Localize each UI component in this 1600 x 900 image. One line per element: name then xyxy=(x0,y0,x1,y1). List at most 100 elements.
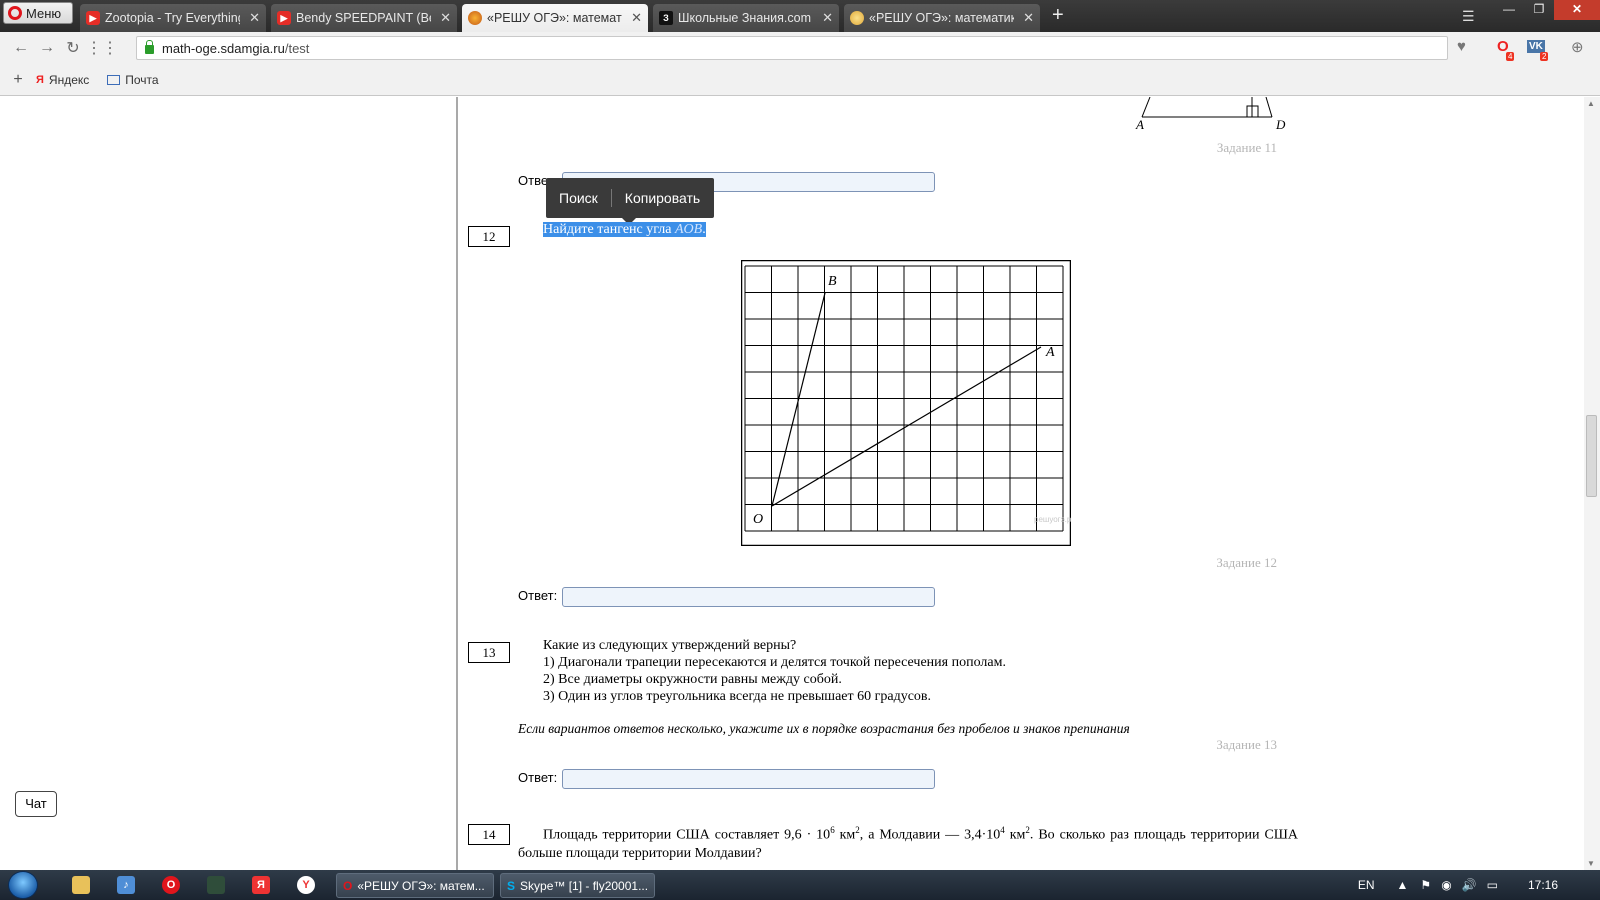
network-icon[interactable]: ▭ xyxy=(1487,878,1498,892)
yandex-icon[interactable]: Y xyxy=(297,876,315,894)
selected-text: Найдите тангенс угла AOB. xyxy=(543,222,706,237)
start-button-icon[interactable] xyxy=(8,871,38,899)
task13-number: 13 xyxy=(468,642,510,663)
tab-close-icon[interactable]: ✕ xyxy=(440,10,451,26)
app-window-icon[interactable] xyxy=(207,876,225,894)
q-text: , а Молдавии — 3,4·10 xyxy=(859,827,1001,843)
taskbar-task-opera[interactable]: O «РЕШУ ОГЭ»: матем... xyxy=(336,873,494,898)
statement-line: 2) Все диаметры окружности равны между с… xyxy=(543,672,842,687)
bookmark-label: Почта xyxy=(125,72,159,87)
url-host: math-oge.sdamgia.ru xyxy=(162,40,285,56)
scrollbar-thumb[interactable] xyxy=(1586,415,1597,497)
clock[interactable]: 17:16 xyxy=(1528,878,1558,892)
point-label-d: D xyxy=(1275,117,1286,132)
new-tab-plus-icon[interactable]: + xyxy=(1052,4,1064,27)
media-player-icon[interactable]: ♪ xyxy=(117,876,135,894)
address-bar[interactable]: math-oge.sdamgia.ru/test xyxy=(136,36,1448,60)
task13-note: Если вариантов ответов несколько, укажит… xyxy=(518,721,1130,736)
task13-question: Какие из следующих утверждений верны? 1)… xyxy=(543,637,1006,705)
question-punct: . xyxy=(702,222,706,237)
explorer-folder-icon[interactable] xyxy=(72,876,90,894)
language-indicator[interactable]: EN xyxy=(1358,878,1375,892)
tab-close-icon[interactable]: ✕ xyxy=(631,10,642,26)
task14-number: 14 xyxy=(468,824,510,845)
tray-expand-icon[interactable]: ▲ xyxy=(1397,878,1409,892)
bookmark-mail[interactable]: Почта xyxy=(107,72,159,87)
question-text: Найдите тангенс угла xyxy=(543,222,675,237)
task12-grid-figure: O B A решуогэ.рф xyxy=(741,260,1071,546)
chat-button[interactable]: Чат xyxy=(15,791,57,817)
znaniya-icon: З xyxy=(659,11,673,25)
system-tray: EN ▲ ⚑ ◉ 🔊 ▭ 17:16 xyxy=(1358,870,1600,900)
tab-close-icon[interactable]: ✕ xyxy=(822,10,833,26)
q-text: . Во сколько раз площадь территории xyxy=(1029,827,1260,843)
opera-menu-button[interactable]: Меню xyxy=(3,2,73,24)
column-divider xyxy=(456,97,458,870)
youtube-icon: ▶ xyxy=(86,11,100,25)
angle-variable: AOB xyxy=(674,222,703,237)
task14-question: Площадь территории США составляет 9,6 · … xyxy=(518,821,1298,863)
q-text: км xyxy=(1004,827,1026,843)
task-title: «РЕШУ ОГЭ»: матем... xyxy=(357,878,485,893)
tab-reshu-oge-2[interactable]: «РЕШУ ОГЭ»: математика ✕ xyxy=(844,4,1040,32)
yandex-icon: Я xyxy=(36,73,44,86)
task13-answer-input[interactable] xyxy=(562,769,935,789)
speed-dial-grid-icon[interactable]: ⋮⋮ xyxy=(86,38,118,58)
browser-tab-bar: Меню ▶ Zootopia - Try Everything ✕ ▶ Ben… xyxy=(0,0,1600,32)
url-path: /test xyxy=(284,40,310,56)
tab-list-menu-icon[interactable]: ☰ xyxy=(1462,8,1475,25)
minimize-icon[interactable]: — xyxy=(1494,0,1524,20)
tab-title: «РЕШУ ОГЭ»: математика xyxy=(487,11,622,25)
popup-search-button[interactable]: Поиск xyxy=(546,190,611,206)
volume-icon[interactable]: 🔊 xyxy=(1462,878,1477,892)
task12-label: Задание 12 xyxy=(1216,555,1277,570)
download-icon[interactable]: ⊕ xyxy=(1571,38,1584,56)
back-arrow-icon[interactable]: ← xyxy=(8,39,34,57)
add-bookmark-icon[interactable]: + xyxy=(0,71,36,89)
tab-close-icon[interactable]: ✕ xyxy=(249,10,260,26)
reshu-oge-icon xyxy=(468,11,482,25)
q-text: км xyxy=(834,827,856,843)
task11-trapezoid-figure: A D xyxy=(1135,97,1286,132)
task12-answer-input[interactable] xyxy=(562,587,935,607)
point-label-a: A xyxy=(1135,117,1144,132)
mail-icon xyxy=(107,74,121,85)
heart-bookmark-icon[interactable]: ♥ xyxy=(1457,38,1466,55)
url-text: math-oge.sdamgia.ru/test xyxy=(162,41,309,56)
popup-copy-button[interactable]: Копировать xyxy=(612,190,713,206)
point-label-o: O xyxy=(753,512,763,527)
task11-label: Задание 11 xyxy=(1216,140,1277,155)
maximize-icon[interactable]: ❐ xyxy=(1524,0,1554,20)
opera-badge: 4 xyxy=(1506,52,1515,61)
tab-title: «РЕШУ ОГЭ»: математика xyxy=(869,11,1015,25)
window-controls: — ❐ ✕ xyxy=(1494,0,1600,20)
steam-icon[interactable]: ◉ xyxy=(1441,878,1451,892)
yandex-browser-icon[interactable]: Я xyxy=(252,876,270,894)
bookmarks-bar: + Я Яндекс Почта xyxy=(0,64,1600,96)
scroll-up-icon[interactable]: ▲ xyxy=(1587,99,1595,108)
action-center-flag-icon[interactable]: ⚑ xyxy=(1420,878,1431,892)
browser-toolbar: ← → ↻ ⋮⋮ math-oge.sdamgia.ru/test xyxy=(0,32,1600,64)
tab-close-icon[interactable]: ✕ xyxy=(1023,10,1034,26)
opera-logo-icon xyxy=(8,6,22,20)
point-label-a: A xyxy=(1045,345,1055,360)
statement-line: Какие из следующих утверждений верны? xyxy=(543,638,797,653)
statement-line: 1) Диагонали трапеции пересекаются и дел… xyxy=(543,655,1006,670)
youtube-icon: ▶ xyxy=(277,11,291,25)
tab-reshu-oge-active[interactable]: «РЕШУ ОГЭ»: математика ✕ xyxy=(462,4,648,32)
reload-icon[interactable]: ↻ xyxy=(60,38,86,58)
figure-watermark: решуогэ.рф xyxy=(1034,515,1071,524)
scroll-down-icon[interactable]: ▼ xyxy=(1587,859,1595,868)
tab-zootopia[interactable]: ▶ Zootopia - Try Everything ✕ xyxy=(80,4,266,32)
close-window-icon[interactable]: ✕ xyxy=(1554,0,1600,20)
taskbar-task-skype[interactable]: S Skype™ [1] - fly20001... xyxy=(500,873,655,898)
skype-icon: S xyxy=(507,878,516,893)
forward-arrow-icon[interactable]: → xyxy=(34,39,60,57)
tab-bendy[interactable]: ▶ Bendy SPEEDPAINT (Bendy ✕ xyxy=(271,4,457,32)
statement-line: 3) Один из углов треугольника всегда не … xyxy=(543,689,932,704)
reshu-oge-icon xyxy=(850,11,864,25)
tab-znaniya[interactable]: З Школьные Знания.com - ✕ xyxy=(653,4,839,32)
bookmark-yandex[interactable]: Я Яндекс xyxy=(36,73,89,87)
page-scrollbar[interactable]: ▲ ▼ xyxy=(1584,97,1600,870)
opera-icon[interactable]: O xyxy=(162,876,180,894)
